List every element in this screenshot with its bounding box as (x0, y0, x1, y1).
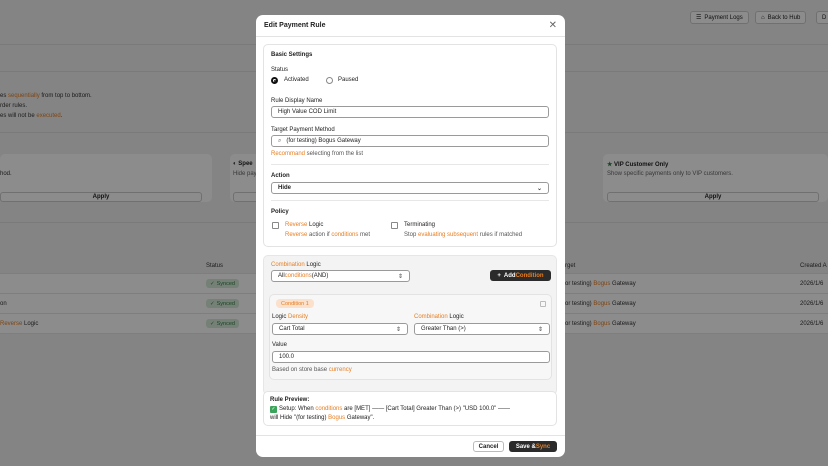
action-label: Action (271, 173, 290, 179)
action-select[interactable]: Hide ⌄ (271, 182, 549, 194)
status-label: Status (271, 67, 289, 73)
check-icon: ✓ (270, 406, 277, 413)
cancel-button[interactable]: Cancel (473, 441, 504, 452)
terminating-label[interactable]: Terminating (404, 222, 435, 228)
preview-line-1: ✓ Setup: When conditions are [MET] —— [Ca… (270, 406, 510, 413)
operator-select[interactable]: Greater Than (>) ⇕ (414, 323, 550, 335)
currency-note: Based on store base currency (272, 367, 352, 373)
logic-density-select[interactable]: Cart Total ⇕ (272, 323, 408, 335)
chevron-down-icon: ⌄ (536, 186, 542, 192)
reverse-logic-checkbox[interactable] (272, 222, 279, 229)
radio-activated[interactable] (271, 77, 278, 84)
updown-icon: ⇕ (395, 327, 401, 333)
display-name-input[interactable]: High Value COD Limit (271, 106, 549, 118)
target-method-label: Target Payment Method (271, 127, 335, 133)
save-sync-button[interactable]: Save & Sync (509, 441, 557, 452)
plus-icon: + (497, 272, 501, 279)
combination-logic-select[interactable]: All conditions (AND) ⇕ (271, 270, 410, 282)
display-name-label: Rule Display Name (271, 98, 323, 104)
condition-combination-label: Combination Logic (414, 314, 464, 320)
modal-header: Edit Payment Rule ✕ (256, 15, 565, 37)
logic-density-label: Logic Density (272, 314, 309, 320)
rule-preview: Rule Preview: ✓ Setup: When conditions ar… (263, 391, 557, 426)
policy-label: Policy (271, 209, 289, 215)
search-icon: ⌕ (278, 137, 282, 144)
divider (271, 164, 549, 165)
basic-settings-section: Basic Settings Status Activated Paused R… (263, 44, 557, 247)
updown-icon: ⇕ (537, 327, 543, 333)
condition-card: Condition 1 Logic Density Cart Total ⇕ C… (269, 294, 552, 380)
modal-title: Edit Payment Rule (264, 22, 326, 29)
close-icon[interactable]: ✕ (549, 20, 557, 31)
modal-footer: Cancel Save & Sync (256, 435, 565, 457)
terminating-checkbox[interactable] (391, 222, 398, 229)
reverse-logic-label[interactable]: Reverse Logic (285, 222, 323, 228)
conditions-section: Combination Logic All conditions (AND) ⇕… (263, 255, 557, 395)
target-method-search[interactable]: ⌕ (for testing) Bogus Gateway (271, 135, 549, 147)
updown-icon: ⇕ (397, 274, 403, 280)
reverse-logic-desc: Reverse action if conditions met (285, 232, 371, 238)
preview-line-2: will Hide "(for testing) Bogus Gateway". (270, 415, 375, 421)
edit-payment-rule-modal: Edit Payment Rule ✕ Basic Settings Statu… (256, 15, 565, 457)
terminating-desc: Stop evaluating subsequent rules if matc… (404, 232, 523, 238)
value-input[interactable]: 100.0 (272, 351, 550, 363)
activated-label[interactable]: Activated (284, 77, 309, 83)
condition-tag: Condition 1 (276, 299, 314, 308)
value-label: Value (272, 342, 287, 348)
divider (271, 200, 549, 201)
preview-heading: Rule Preview: (270, 397, 310, 403)
radio-paused[interactable] (326, 77, 333, 84)
add-condition-button[interactable]: + Add Condition (490, 270, 551, 281)
delete-condition-icon[interactable] (540, 301, 546, 307)
section-heading: Basic Settings (271, 52, 313, 58)
paused-label[interactable]: Paused (338, 77, 358, 83)
target-hint: Recommand selecting from the list (271, 151, 364, 157)
combination-logic-label: Combination Logic (271, 262, 321, 268)
